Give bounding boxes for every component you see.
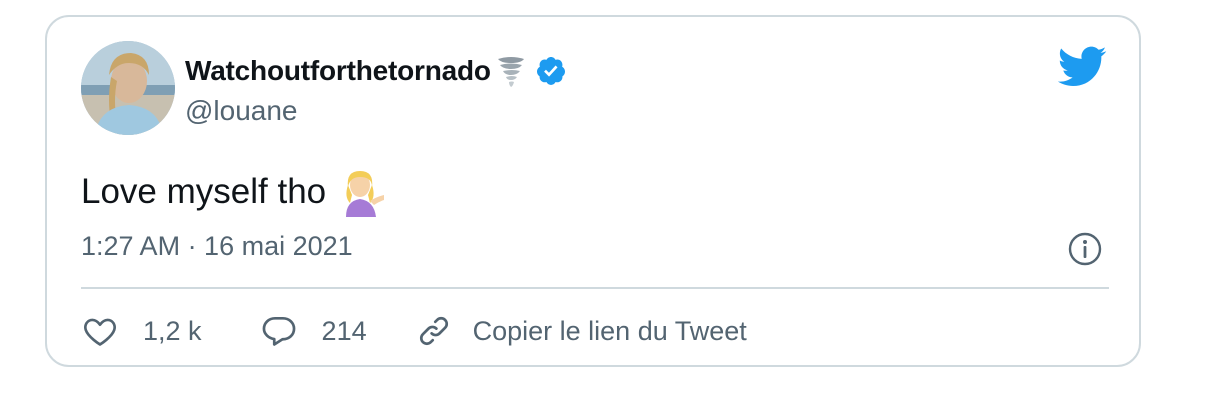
avatar[interactable]	[81, 41, 175, 135]
user-handle[interactable]: @louane	[185, 95, 298, 127]
heart-icon	[84, 318, 116, 346]
tweet-actions: 1,2 k 214 Copier le lien du Tweet	[81, 309, 747, 353]
author-name-row: Watchoutforthetornado	[185, 53, 567, 89]
copy-link-label: Copier le lien du Tweet	[472, 315, 747, 346]
link-icon	[419, 316, 448, 346]
speech-bubble-icon	[262, 316, 295, 346]
tweet-card[interactable]: Watchoutforthetornado @louane Love mysel…	[45, 15, 1141, 367]
info-icon[interactable]	[1067, 231, 1103, 267]
like-button[interactable]: 1,2 k	[81, 312, 202, 350]
tweet-timestamp[interactable]: 1:27 AM · 16 mai 2021	[81, 231, 353, 262]
tweet-text: Love myself tho	[81, 167, 386, 217]
divider	[81, 287, 1109, 289]
tornado-emoji-icon	[497, 57, 524, 87]
display-name[interactable]: Watchoutforthetornado	[185, 55, 491, 87]
verified-badge-icon	[536, 57, 565, 85]
reply-button[interactable]: 214	[260, 312, 367, 350]
person-tipping-hand-emoji-icon	[346, 171, 385, 217]
like-count: 1,2 k	[143, 315, 202, 346]
reply-count: 214	[321, 315, 367, 346]
copy-link-button[interactable]: Copier le lien du Tweet	[415, 312, 747, 350]
tweet-text-content: Love myself tho	[81, 172, 327, 211]
twitter-bird-icon[interactable]	[1057, 45, 1107, 87]
